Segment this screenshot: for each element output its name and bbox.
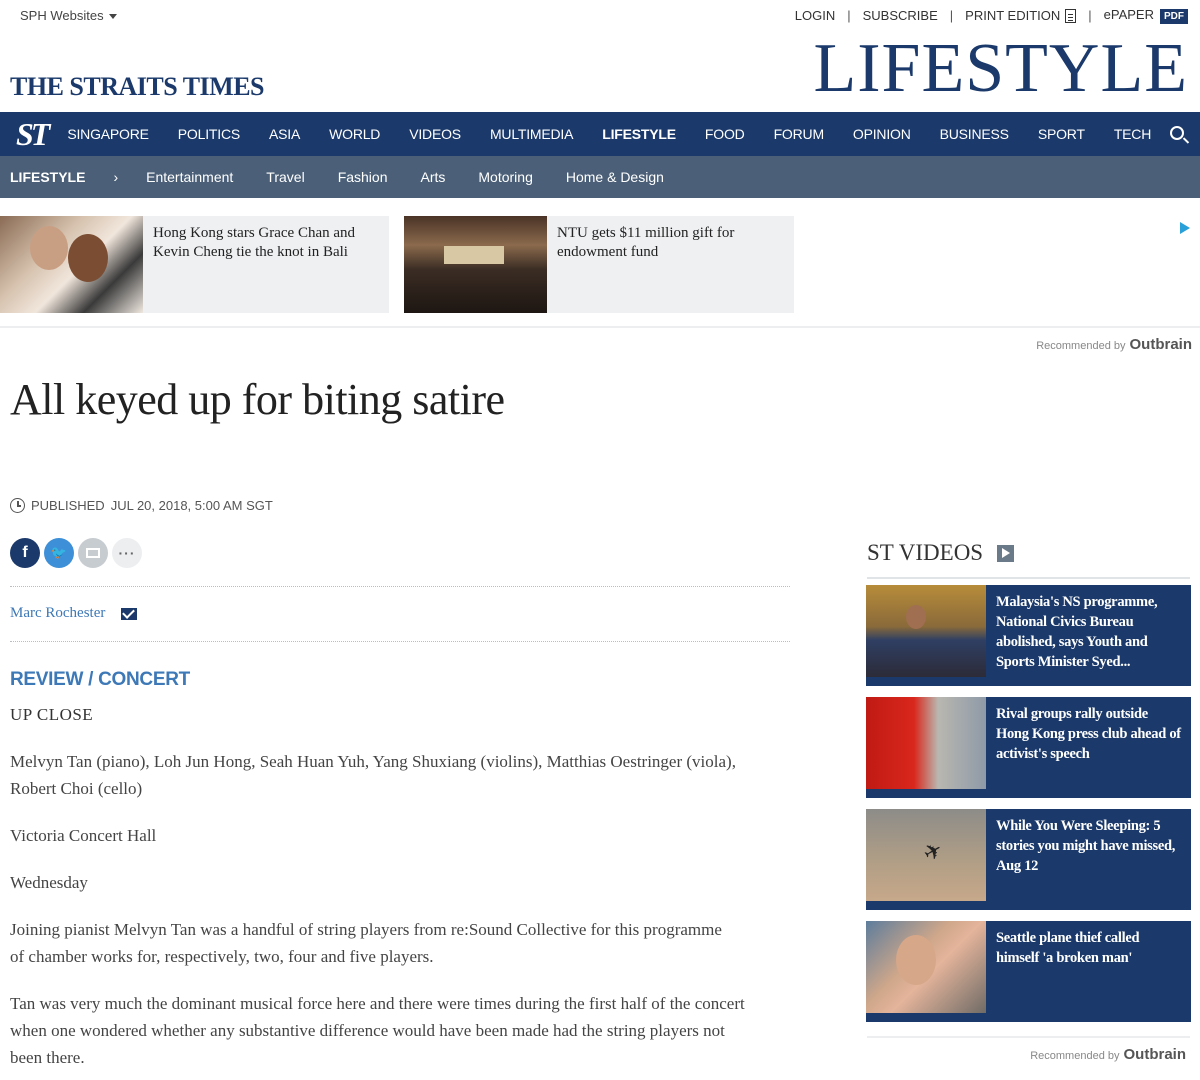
article-paragraph: Victoria Concert Hall: [10, 826, 157, 845]
video-title: While You Were Sleeping: 5 stories you m…: [996, 818, 1176, 874]
video-thumbnail: [866, 697, 986, 789]
adchoices-icon[interactable]: [1180, 222, 1190, 234]
main-nav: ST SINGAPORE POLITICS ASIA WORLD VIDEOS …: [0, 112, 1200, 156]
author-link[interactable]: Marc Rochester: [10, 605, 105, 622]
outbrain-logo: Outbrain: [1123, 1046, 1187, 1063]
video-thumbnail: [866, 921, 986, 1013]
nav-item-sport[interactable]: SPORT: [1038, 126, 1085, 142]
nav-item-videos[interactable]: VIDEOS: [409, 126, 461, 142]
email-share-icon[interactable]: [78, 538, 108, 568]
recommended-card[interactable]: Hong Kong stars Grace Chan and Kevin Che…: [0, 216, 389, 313]
recommended-thumbnail: [0, 216, 143, 313]
divider: [867, 1036, 1190, 1038]
divider: [10, 586, 790, 587]
document-icon: [1065, 9, 1077, 24]
nav-item-tech[interactable]: TECH: [1114, 126, 1152, 142]
video-title: Rival groups rally outside Hong Kong pre…: [996, 706, 1181, 762]
recommended-thumbnail: [404, 216, 547, 313]
subnav-item-motoring[interactable]: Motoring: [478, 169, 532, 185]
sph-websites-dropdown[interactable]: SPH Websites: [20, 8, 117, 23]
article-paragraph: Melvyn Tan (piano), Loh Jun Hong, Seah H…: [10, 752, 736, 798]
st-videos-heading[interactable]: ST VIDEOS: [867, 540, 1015, 566]
subnav-item-fashion[interactable]: Fashion: [338, 169, 388, 185]
epaper-link[interactable]: ePAPER PDF: [1104, 7, 1188, 24]
article-headline: All keyed up for biting satire: [10, 375, 505, 424]
nav-item-lifestyle[interactable]: LIFESTYLE: [602, 126, 676, 142]
nav-item-forum[interactable]: FORUM: [774, 126, 825, 142]
mail-icon[interactable]: [121, 607, 138, 620]
video-card[interactable]: While You Were Sleeping: 5 stories you m…: [866, 809, 1191, 910]
recommended-by-outbrain[interactable]: Recommended by Outbrain: [1030, 1046, 1186, 1063]
video-thumbnail: [866, 809, 986, 901]
video-card[interactable]: Malaysia's NS programme, National Civics…: [866, 585, 1191, 686]
divider: [10, 641, 790, 642]
util-links: LOGIN | SUBSCRIBE | PRINT EDITION | ePAP…: [795, 7, 1188, 24]
caret-down-icon: [108, 14, 117, 20]
article-subhead: UP CLOSE: [10, 705, 94, 724]
more-share-icon[interactable]: ···: [112, 538, 142, 568]
facebook-share-icon[interactable]: f: [10, 538, 40, 568]
article-kicker[interactable]: REVIEW / CONCERT: [10, 669, 190, 691]
sub-nav: LIFESTYLE › Entertainment Travel Fashion…: [0, 156, 1200, 198]
site-logo[interactable]: THE STRAITS TIMES: [10, 72, 265, 102]
st-logo-mark[interactable]: ST: [16, 116, 50, 153]
subscribe-link[interactable]: SUBSCRIBE: [863, 8, 938, 23]
author-byline: Marc Rochester: [10, 605, 138, 622]
nav-item-singapore[interactable]: SINGAPORE: [67, 126, 149, 142]
utility-bar: SPH Websites LOGIN | SUBSCRIBE | PRINT E…: [0, 0, 1200, 34]
separator: |: [847, 8, 851, 23]
outbrain-logo: Outbrain: [1129, 336, 1193, 353]
recommended-title: NTU gets $11 million gift for endowment …: [557, 225, 735, 260]
subnav-root-lifestyle[interactable]: LIFESTYLE: [10, 169, 85, 185]
divider: [0, 326, 1200, 328]
divider: [867, 577, 1190, 579]
pdf-badge: PDF: [1160, 9, 1188, 24]
nav-item-opinion[interactable]: OPINION: [853, 126, 911, 142]
published-date: PUBLISHED JUL 20, 2018, 5:00 AM SGT: [10, 498, 273, 513]
separator: |: [1088, 8, 1092, 23]
search-icon[interactable]: [1170, 126, 1184, 140]
share-buttons: f 🐦 ···: [10, 538, 142, 568]
clock-icon: [10, 498, 25, 513]
nav-item-asia[interactable]: ASIA: [269, 126, 300, 142]
nav-item-business[interactable]: BUSINESS: [940, 126, 1009, 142]
article-paragraph: Wednesday: [10, 873, 88, 892]
article-paragraph: Joining pianist Melvyn Tan was a handful…: [10, 920, 722, 966]
twitter-share-icon[interactable]: 🐦: [44, 538, 74, 568]
separator: |: [949, 8, 954, 23]
recommended-title: Hong Kong stars Grace Chan and Kevin Che…: [153, 225, 356, 260]
recommended-card[interactable]: NTU gets $11 million gift for endowment …: [404, 216, 794, 313]
subnav-item-entertainment[interactable]: Entertainment: [146, 169, 233, 185]
subnav-item-arts[interactable]: Arts: [421, 169, 446, 185]
nav-item-food[interactable]: FOOD: [705, 126, 745, 142]
nav-item-world[interactable]: WORLD: [329, 126, 380, 142]
nav-item-multimedia[interactable]: MULTIMEDIA: [490, 126, 574, 142]
play-icon: [997, 544, 1015, 562]
video-card[interactable]: Seattle plane thief called himself 'a br…: [866, 921, 1191, 1022]
recommended-by-outbrain[interactable]: Recommended by Outbrain: [1036, 336, 1192, 353]
video-title: Seattle plane thief called himself 'a br…: [996, 930, 1140, 966]
nav-item-politics[interactable]: POLITICS: [178, 126, 240, 142]
video-title: Malaysia's NS programme, National Civics…: [996, 594, 1158, 670]
section-title[interactable]: LIFESTYLE: [813, 34, 1188, 104]
subnav-item-travel[interactable]: Travel: [266, 169, 304, 185]
chevron-right-icon: ›: [113, 169, 119, 185]
video-card[interactable]: Rival groups rally outside Hong Kong pre…: [866, 697, 1191, 798]
article-paragraph: Tan was very much the dominant musical f…: [10, 994, 745, 1067]
video-thumbnail: [866, 585, 986, 677]
print-edition-link[interactable]: PRINT EDITION: [965, 8, 1077, 24]
subnav-item-home-design[interactable]: Home & Design: [566, 169, 664, 185]
login-link[interactable]: LOGIN: [795, 8, 835, 23]
